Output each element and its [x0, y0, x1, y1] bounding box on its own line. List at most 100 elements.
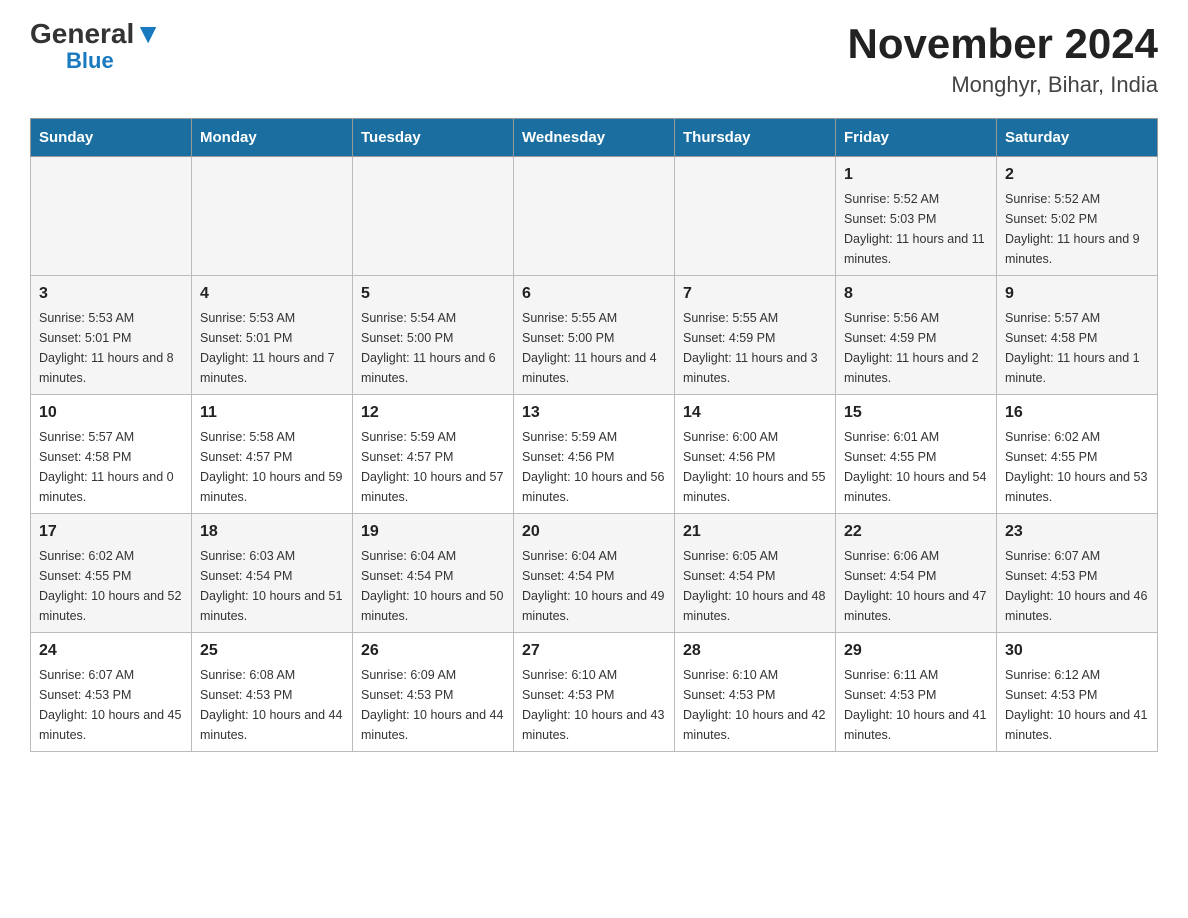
- col-sunday: Sunday: [31, 119, 192, 157]
- table-row: 15Sunrise: 6:01 AMSunset: 4:55 PMDayligh…: [836, 395, 997, 514]
- day-info: Sunrise: 5:59 AMSunset: 4:57 PMDaylight:…: [361, 427, 505, 507]
- table-row: 16Sunrise: 6:02 AMSunset: 4:55 PMDayligh…: [997, 395, 1158, 514]
- logo: General▼ Blue: [30, 20, 162, 74]
- day-number: 16: [1005, 401, 1149, 425]
- table-row: 7Sunrise: 5:55 AMSunset: 4:59 PMDaylight…: [675, 276, 836, 395]
- table-row: 26Sunrise: 6:09 AMSunset: 4:53 PMDayligh…: [353, 633, 514, 752]
- day-number: 20: [522, 520, 666, 544]
- table-row: 6Sunrise: 5:55 AMSunset: 5:00 PMDaylight…: [514, 276, 675, 395]
- day-info: Sunrise: 6:05 AMSunset: 4:54 PMDaylight:…: [683, 546, 827, 626]
- day-info: Sunrise: 5:59 AMSunset: 4:56 PMDaylight:…: [522, 427, 666, 507]
- day-number: 28: [683, 639, 827, 663]
- col-saturday: Saturday: [997, 119, 1158, 157]
- table-row: 30Sunrise: 6:12 AMSunset: 4:53 PMDayligh…: [997, 633, 1158, 752]
- calendar-week-row: 10Sunrise: 5:57 AMSunset: 4:58 PMDayligh…: [31, 395, 1158, 514]
- day-info: Sunrise: 6:02 AMSunset: 4:55 PMDaylight:…: [39, 546, 183, 626]
- day-number: 12: [361, 401, 505, 425]
- title-section: November 2024 Monghyr, Bihar, India: [847, 20, 1158, 98]
- day-info: Sunrise: 5:58 AMSunset: 4:57 PMDaylight:…: [200, 427, 344, 507]
- logo-triangle-icon: ▼: [134, 18, 162, 49]
- table-row: 4Sunrise: 5:53 AMSunset: 5:01 PMDaylight…: [192, 276, 353, 395]
- day-number: 10: [39, 401, 183, 425]
- col-tuesday: Tuesday: [353, 119, 514, 157]
- day-info: Sunrise: 6:06 AMSunset: 4:54 PMDaylight:…: [844, 546, 988, 626]
- day-info: Sunrise: 6:01 AMSunset: 4:55 PMDaylight:…: [844, 427, 988, 507]
- day-number: 11: [200, 401, 344, 425]
- day-info: Sunrise: 5:55 AMSunset: 4:59 PMDaylight:…: [683, 308, 827, 388]
- day-info: Sunrise: 5:55 AMSunset: 5:00 PMDaylight:…: [522, 308, 666, 388]
- calendar-week-row: 24Sunrise: 6:07 AMSunset: 4:53 PMDayligh…: [31, 633, 1158, 752]
- day-number: 1: [844, 163, 988, 187]
- day-number: 3: [39, 282, 183, 306]
- day-number: 26: [361, 639, 505, 663]
- table-row: 8Sunrise: 5:56 AMSunset: 4:59 PMDaylight…: [836, 276, 997, 395]
- day-number: 24: [39, 639, 183, 663]
- calendar-week-row: 17Sunrise: 6:02 AMSunset: 4:55 PMDayligh…: [31, 514, 1158, 633]
- table-row: [675, 157, 836, 276]
- page-header: General▼ Blue November 2024 Monghyr, Bih…: [30, 20, 1158, 98]
- day-info: Sunrise: 6:04 AMSunset: 4:54 PMDaylight:…: [361, 546, 505, 626]
- day-info: Sunrise: 6:04 AMSunset: 4:54 PMDaylight:…: [522, 546, 666, 626]
- table-row: 5Sunrise: 5:54 AMSunset: 5:00 PMDaylight…: [353, 276, 514, 395]
- table-row: 23Sunrise: 6:07 AMSunset: 4:53 PMDayligh…: [997, 514, 1158, 633]
- day-info: Sunrise: 5:52 AMSunset: 5:02 PMDaylight:…: [1005, 189, 1149, 269]
- day-info: Sunrise: 6:11 AMSunset: 4:53 PMDaylight:…: [844, 665, 988, 745]
- day-info: Sunrise: 6:02 AMSunset: 4:55 PMDaylight:…: [1005, 427, 1149, 507]
- logo-general-text: General▼: [30, 20, 162, 48]
- day-info: Sunrise: 5:52 AMSunset: 5:03 PMDaylight:…: [844, 189, 988, 269]
- day-number: 29: [844, 639, 988, 663]
- day-info: Sunrise: 6:03 AMSunset: 4:54 PMDaylight:…: [200, 546, 344, 626]
- day-info: Sunrise: 5:57 AMSunset: 4:58 PMDaylight:…: [1005, 308, 1149, 388]
- day-info: Sunrise: 5:54 AMSunset: 5:00 PMDaylight:…: [361, 308, 505, 388]
- table-row: [353, 157, 514, 276]
- calendar-title: November 2024: [847, 20, 1158, 68]
- calendar-subtitle: Monghyr, Bihar, India: [847, 72, 1158, 98]
- day-number: 14: [683, 401, 827, 425]
- day-number: 13: [522, 401, 666, 425]
- day-number: 18: [200, 520, 344, 544]
- col-wednesday: Wednesday: [514, 119, 675, 157]
- calendar-header-row: Sunday Monday Tuesday Wednesday Thursday…: [31, 119, 1158, 157]
- day-number: 15: [844, 401, 988, 425]
- day-number: 19: [361, 520, 505, 544]
- table-row: 10Sunrise: 5:57 AMSunset: 4:58 PMDayligh…: [31, 395, 192, 514]
- col-thursday: Thursday: [675, 119, 836, 157]
- table-row: 1Sunrise: 5:52 AMSunset: 5:03 PMDaylight…: [836, 157, 997, 276]
- table-row: 20Sunrise: 6:04 AMSunset: 4:54 PMDayligh…: [514, 514, 675, 633]
- day-info: Sunrise: 5:53 AMSunset: 5:01 PMDaylight:…: [200, 308, 344, 388]
- calendar-week-row: 3Sunrise: 5:53 AMSunset: 5:01 PMDaylight…: [31, 276, 1158, 395]
- day-number: 5: [361, 282, 505, 306]
- day-number: 25: [200, 639, 344, 663]
- day-info: Sunrise: 6:09 AMSunset: 4:53 PMDaylight:…: [361, 665, 505, 745]
- day-number: 17: [39, 520, 183, 544]
- day-info: Sunrise: 6:00 AMSunset: 4:56 PMDaylight:…: [683, 427, 827, 507]
- table-row: 14Sunrise: 6:00 AMSunset: 4:56 PMDayligh…: [675, 395, 836, 514]
- day-info: Sunrise: 5:56 AMSunset: 4:59 PMDaylight:…: [844, 308, 988, 388]
- day-number: 8: [844, 282, 988, 306]
- day-info: Sunrise: 6:07 AMSunset: 4:53 PMDaylight:…: [39, 665, 183, 745]
- table-row: 9Sunrise: 5:57 AMSunset: 4:58 PMDaylight…: [997, 276, 1158, 395]
- day-number: 2: [1005, 163, 1149, 187]
- table-row: 11Sunrise: 5:58 AMSunset: 4:57 PMDayligh…: [192, 395, 353, 514]
- table-row: 17Sunrise: 6:02 AMSunset: 4:55 PMDayligh…: [31, 514, 192, 633]
- calendar-week-row: 1Sunrise: 5:52 AMSunset: 5:03 PMDaylight…: [31, 157, 1158, 276]
- col-friday: Friday: [836, 119, 997, 157]
- day-number: 23: [1005, 520, 1149, 544]
- table-row: 24Sunrise: 6:07 AMSunset: 4:53 PMDayligh…: [31, 633, 192, 752]
- table-row: 18Sunrise: 6:03 AMSunset: 4:54 PMDayligh…: [192, 514, 353, 633]
- day-info: Sunrise: 6:12 AMSunset: 4:53 PMDaylight:…: [1005, 665, 1149, 745]
- table-row: 2Sunrise: 5:52 AMSunset: 5:02 PMDaylight…: [997, 157, 1158, 276]
- table-row: 22Sunrise: 6:06 AMSunset: 4:54 PMDayligh…: [836, 514, 997, 633]
- table-row: 28Sunrise: 6:10 AMSunset: 4:53 PMDayligh…: [675, 633, 836, 752]
- day-info: Sunrise: 5:53 AMSunset: 5:01 PMDaylight:…: [39, 308, 183, 388]
- table-row: 3Sunrise: 5:53 AMSunset: 5:01 PMDaylight…: [31, 276, 192, 395]
- table-row: 13Sunrise: 5:59 AMSunset: 4:56 PMDayligh…: [514, 395, 675, 514]
- day-number: 22: [844, 520, 988, 544]
- table-row: 25Sunrise: 6:08 AMSunset: 4:53 PMDayligh…: [192, 633, 353, 752]
- table-row: 27Sunrise: 6:10 AMSunset: 4:53 PMDayligh…: [514, 633, 675, 752]
- day-number: 7: [683, 282, 827, 306]
- logo-blue-text: Blue: [66, 48, 114, 74]
- day-number: 9: [1005, 282, 1149, 306]
- col-monday: Monday: [192, 119, 353, 157]
- day-info: Sunrise: 6:10 AMSunset: 4:53 PMDaylight:…: [683, 665, 827, 745]
